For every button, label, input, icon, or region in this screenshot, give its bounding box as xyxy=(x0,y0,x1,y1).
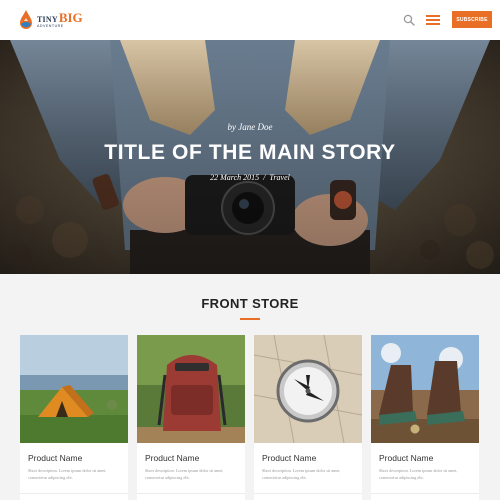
logo-subtitle: ADVENTURE xyxy=(37,24,64,29)
card-divider xyxy=(20,493,128,494)
product-description: Short description. Lorem ipsum dolor sit… xyxy=(262,468,341,480)
hero-banner[interactable]: by Jane Doe TITLE OF THE MAIN STORY 22 M… xyxy=(0,40,500,274)
product-name[interactable]: Product Name xyxy=(262,453,316,463)
card-divider xyxy=(254,493,362,494)
product-name[interactable]: Product Name xyxy=(379,453,433,463)
card-divider xyxy=(371,493,479,494)
hero-author: by Jane Doe xyxy=(227,122,273,132)
product-card[interactable]: Product Name Short description. Lorem ip… xyxy=(371,335,479,500)
hero-category[interactable]: Travel xyxy=(269,173,289,182)
hero-date: 22 March 2015 xyxy=(210,173,260,182)
backpack-photo xyxy=(137,335,245,443)
store-section-title: FRONT STORE xyxy=(201,296,299,311)
hamburger-menu-icon[interactable] xyxy=(426,14,440,26)
compass-photo xyxy=(254,335,362,443)
product-name[interactable]: Product Name xyxy=(145,453,199,463)
logo-drop-icon xyxy=(20,10,32,29)
product-card[interactable]: Product Name Short description. Lorem ip… xyxy=(20,335,128,500)
site-logo[interactable]: TINY BIG ADVENTURE xyxy=(18,8,83,32)
product-card[interactable]: Product Name Short description. Lorem ip… xyxy=(137,335,245,500)
card-divider xyxy=(137,493,245,494)
product-description: Short description. Lorem ipsum dolor sit… xyxy=(379,468,458,480)
tent-photo xyxy=(20,335,128,443)
product-card[interactable]: Product Name Short description. Lorem ip… xyxy=(254,335,362,500)
title-underline xyxy=(240,318,260,320)
subscribe-button[interactable]: SUBSCRIBE xyxy=(452,11,492,28)
logo-big-text: BIG xyxy=(58,10,83,26)
product-description: Short description. Lorem ipsum dolor sit… xyxy=(28,468,107,480)
hero-title[interactable]: TITLE OF THE MAIN STORY xyxy=(0,141,500,165)
logo-tiny-text: TINY xyxy=(37,15,58,25)
hero-separator: / xyxy=(263,173,266,182)
search-icon[interactable] xyxy=(403,14,415,26)
boots-photo xyxy=(371,335,479,443)
site-header: TINY BIG ADVENTURE SUBSCRIBE xyxy=(0,0,500,40)
product-description: Short description. Lorem ipsum dolor sit… xyxy=(145,468,224,480)
hero-meta: 22 March 2015/Travel xyxy=(0,173,500,182)
product-name[interactable]: Product Name xyxy=(28,453,82,463)
